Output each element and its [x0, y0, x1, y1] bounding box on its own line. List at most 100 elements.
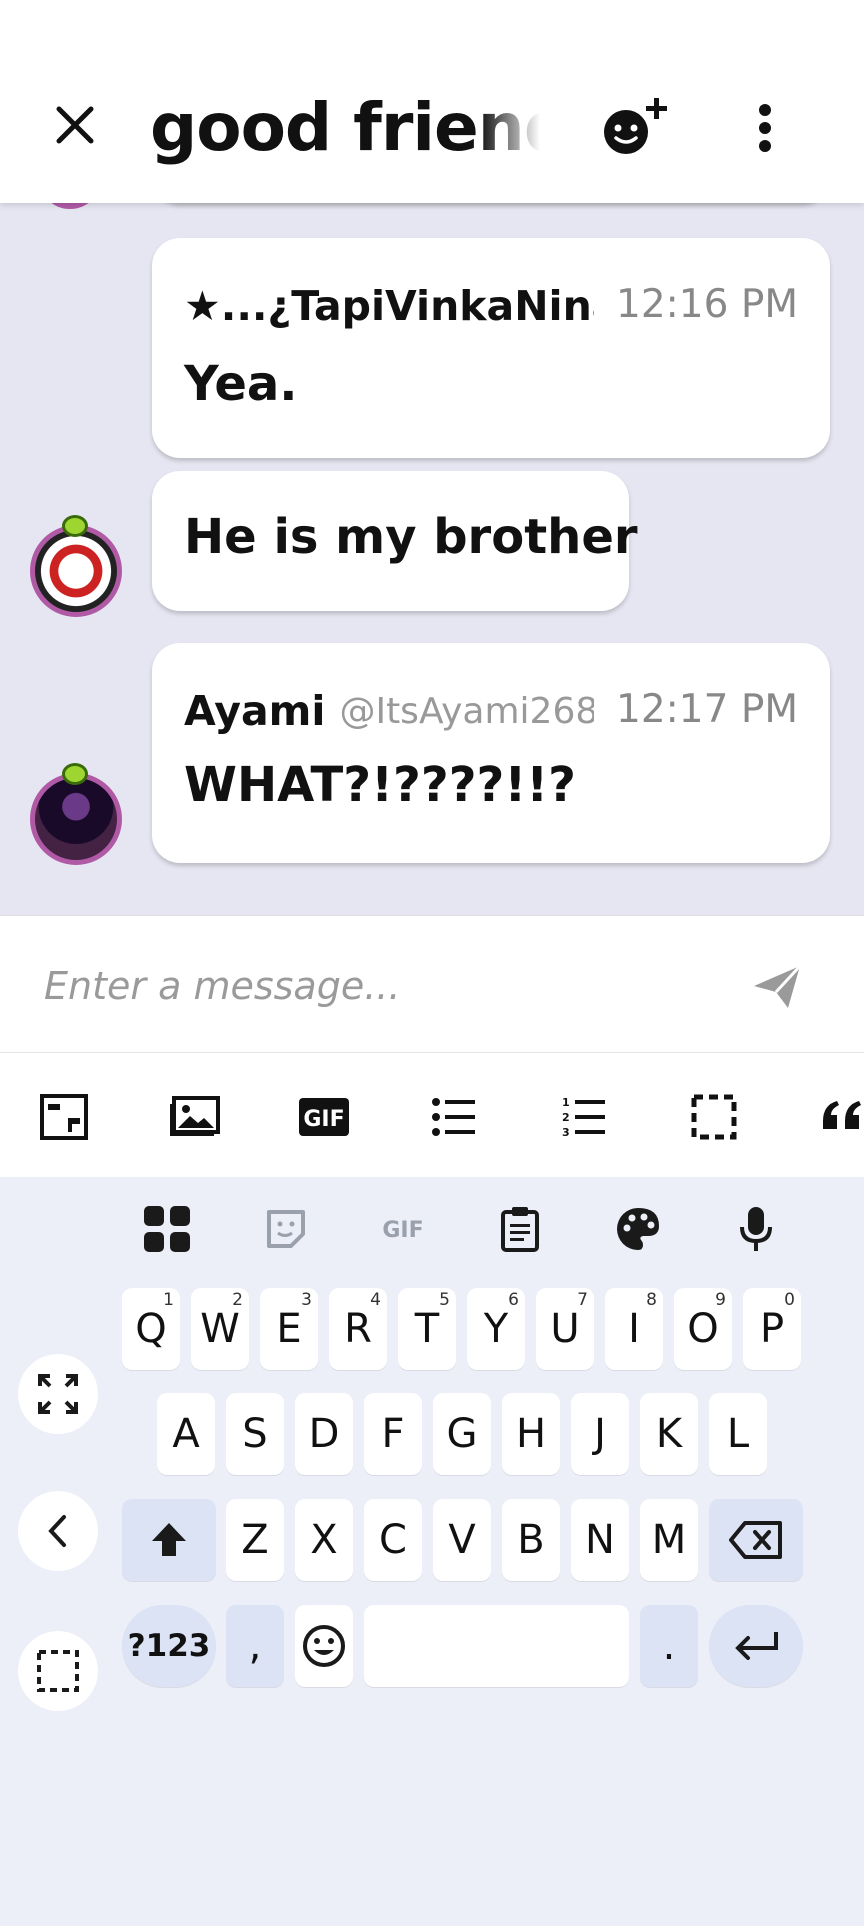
message-time: 12:16 PM: [606, 282, 798, 327]
gif-icon: GIF: [382, 1218, 423, 1243]
numbered-list-button[interactable]: 1 2 3: [558, 1093, 610, 1141]
svg-text:2: 2: [562, 1111, 570, 1124]
image-button[interactable]: [168, 1093, 220, 1141]
message-bubble[interactable]: He is my brother: [152, 471, 638, 611]
back-button[interactable]: [18, 1491, 98, 1571]
key-v[interactable]: V: [433, 1499, 491, 1581]
key-q[interactable]: Q1: [122, 1288, 180, 1370]
key-b[interactable]: B: [502, 1499, 560, 1581]
microphone-icon: [740, 1207, 772, 1251]
avatar[interactable]: [30, 525, 122, 617]
key-x[interactable]: X: [295, 1499, 353, 1581]
quote-button[interactable]: [818, 1093, 864, 1141]
avatar[interactable]: [38, 203, 102, 209]
add-member-icon: [604, 98, 667, 154]
chevron-left-icon: [48, 1515, 66, 1547]
composer-bar: [0, 915, 864, 1052]
theme-button[interactable]: [610, 1201, 666, 1257]
shift-key[interactable]: [122, 1499, 216, 1581]
svg-text:3: 3: [562, 1126, 570, 1139]
key-w[interactable]: W2: [191, 1288, 249, 1370]
selection-icon: [691, 1094, 737, 1140]
chat-header: good friends: [0, 0, 864, 203]
quote-icon: [823, 1101, 861, 1129]
screenshot-icon: [40, 1094, 88, 1140]
key-f[interactable]: F: [364, 1393, 422, 1475]
backspace-icon: [729, 1521, 782, 1559]
space-key[interactable]: [364, 1605, 629, 1687]
sender-handle: @ItsAyami268: [339, 690, 595, 732]
message-bubble[interactable]: ★...¿TapiVinkaNina 12:16 PM Yea.: [152, 238, 830, 458]
selection-icon: [37, 1650, 79, 1692]
key-n[interactable]: N: [571, 1499, 629, 1581]
message-bubble[interactable]: Ayami @ItsAyami268 12:17 PM WHAT?!????!!…: [152, 643, 830, 863]
sticker-icon: [267, 1210, 305, 1248]
message-time: 12:17 PM: [606, 687, 798, 732]
comma-key[interactable]: ,: [226, 1605, 284, 1687]
avatar[interactable]: [30, 773, 122, 865]
more-options-button[interactable]: [745, 100, 785, 156]
key-r[interactable]: R4: [329, 1288, 387, 1370]
sender-name[interactable]: ★...¿TapiVinkaNina: [184, 282, 594, 330]
key-d[interactable]: D: [295, 1393, 353, 1475]
message-list[interactable]: ★...¿TapiVinkaNina 12:16 PM Yea. He is m…: [0, 203, 864, 915]
period-key[interactable]: .: [640, 1605, 698, 1687]
clipboard-button[interactable]: [492, 1201, 548, 1257]
chat-title: good friends: [150, 88, 540, 168]
key-i[interactable]: I8: [605, 1288, 663, 1370]
message-text: WHAT?!????!!?: [184, 757, 577, 813]
bullet-list-button[interactable]: [428, 1093, 480, 1141]
message-text: He is my brother: [184, 509, 638, 565]
key-j[interactable]: J: [571, 1393, 629, 1475]
close-icon: [56, 106, 94, 144]
numbered-list-icon: 1 2 3: [562, 1096, 605, 1139]
close-button[interactable]: [50, 100, 100, 150]
voice-input-button[interactable]: [728, 1201, 784, 1257]
shift-icon: [152, 1523, 186, 1556]
format-toolbar: GIF 1 2 3: [0, 1052, 864, 1177]
key-a[interactable]: A: [157, 1393, 215, 1475]
key-g[interactable]: G: [433, 1393, 491, 1475]
sticker-button[interactable]: [258, 1201, 314, 1257]
key-k[interactable]: K: [640, 1393, 698, 1475]
key-o[interactable]: O9: [674, 1288, 732, 1370]
message-header: Ayami @ItsAyami268 12:17 PM: [184, 683, 798, 739]
gif-label: GIF: [303, 1107, 344, 1132]
selection-button[interactable]: [688, 1093, 740, 1141]
key-y[interactable]: Y6: [467, 1288, 525, 1370]
key-e[interactable]: E3: [260, 1288, 318, 1370]
add-member-button[interactable]: [600, 96, 672, 160]
key-z[interactable]: Z: [226, 1499, 284, 1581]
gif-button[interactable]: GIF: [298, 1093, 350, 1141]
image-icon: [170, 1096, 220, 1136]
key-c[interactable]: C: [364, 1499, 422, 1581]
enter-icon: [735, 1632, 778, 1660]
key-h[interactable]: H: [502, 1393, 560, 1475]
backspace-key[interactable]: [709, 1499, 803, 1581]
sender-name[interactable]: Ayami: [184, 687, 325, 735]
resize-keyboard-button[interactable]: [18, 1354, 98, 1434]
text-select-button[interactable]: [18, 1631, 98, 1711]
key-t[interactable]: T5: [398, 1288, 456, 1370]
bullet-list-icon: [432, 1098, 475, 1136]
clipboard-icon: [501, 1207, 539, 1252]
key-u[interactable]: U7: [536, 1288, 594, 1370]
frog-badge-icon: [62, 763, 88, 785]
apps-grid-icon: [144, 1206, 190, 1252]
key-p[interactable]: P0: [743, 1288, 801, 1370]
keyboard: GIF Q 1 W 2 E 3 R 4 T 5 Y 6 U 7 I 8 O 9 …: [0, 1177, 864, 1926]
send-button[interactable]: [752, 964, 802, 1010]
screenshot-button[interactable]: [38, 1093, 90, 1141]
emoji-key[interactable]: [295, 1605, 353, 1687]
expand-icon: [38, 1374, 78, 1414]
enter-key[interactable]: [709, 1605, 803, 1687]
message-input[interactable]: [44, 956, 724, 1016]
svg-text:1: 1: [562, 1096, 570, 1109]
gif-icon: GIF: [299, 1098, 349, 1136]
key-l[interactable]: L: [709, 1393, 767, 1475]
apps-grid-button[interactable]: [139, 1201, 195, 1257]
key-m[interactable]: M: [640, 1499, 698, 1581]
keyboard-gif-button[interactable]: GIF: [375, 1201, 431, 1257]
key-s[interactable]: S: [226, 1393, 284, 1475]
symbols-key[interactable]: ?123: [122, 1605, 216, 1687]
